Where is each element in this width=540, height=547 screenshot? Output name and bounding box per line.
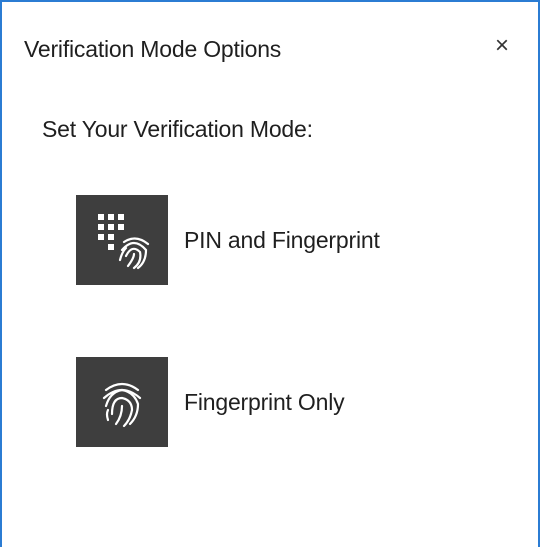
pin-and-fingerprint-option[interactable]: PIN and Fingerprint — [76, 195, 380, 285]
fingerprint-tile — [76, 357, 168, 447]
fingerprint-icon — [102, 382, 142, 428]
pin-fingerprint-icon — [98, 214, 150, 270]
verification-mode-dialog: Verification Mode Options × Set Your Ver… — [0, 0, 540, 547]
fingerprint-only-option[interactable]: Fingerprint Only — [76, 357, 345, 447]
close-button[interactable]: × — [484, 28, 520, 64]
pin-fingerprint-tile — [76, 195, 168, 285]
verification-mode-prompt: Set Your Verification Mode: — [42, 116, 313, 142]
close-icon: × — [494, 32, 509, 59]
dialog-title: Verification Mode Options — [24, 36, 282, 62]
pin-and-fingerprint-label: PIN and Fingerprint — [184, 226, 380, 253]
fingerprint-only-label: Fingerprint Only — [184, 388, 345, 415]
